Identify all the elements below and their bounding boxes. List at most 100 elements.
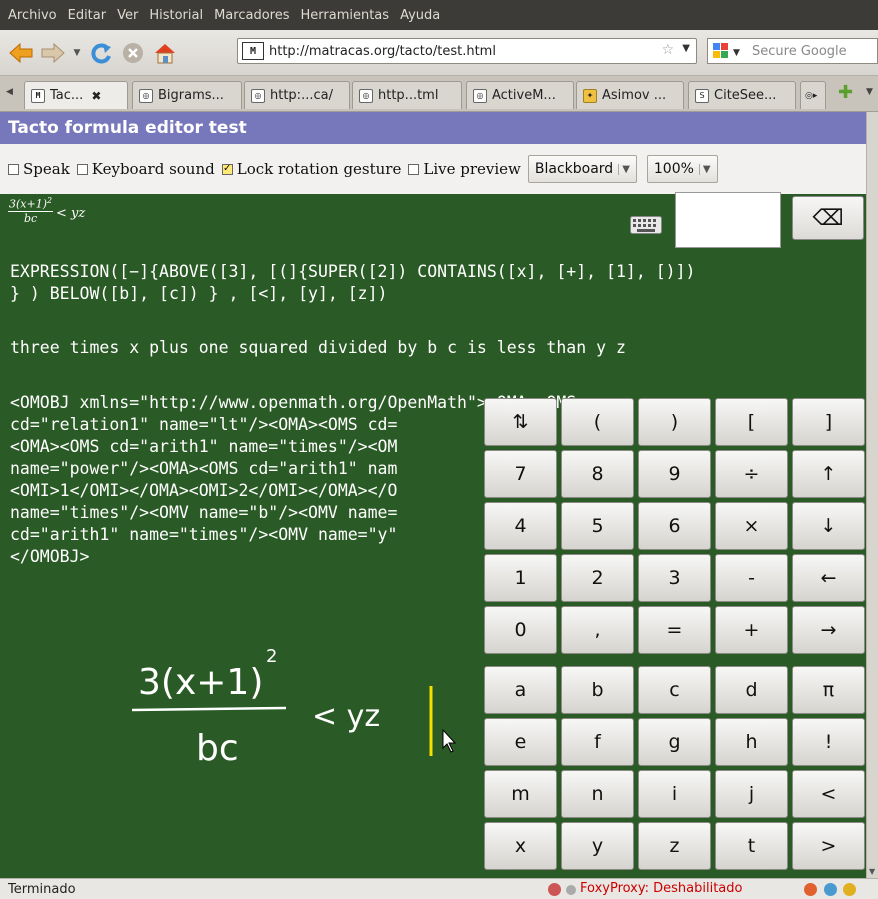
key-divide[interactable]: ÷ <box>715 450 788 498</box>
back-button[interactable] <box>6 38 36 68</box>
menu-historial[interactable]: Historial <box>149 8 203 23</box>
tab-activem[interactable]: ◎ ActiveM... <box>466 81 574 109</box>
tab-list-dropdown-icon[interactable]: ▼ <box>866 87 873 97</box>
handwritten-numerator: 3(x+1) <box>138 662 263 703</box>
key-equals[interactable]: = <box>638 606 711 654</box>
key-t[interactable]: t <box>715 822 788 870</box>
key-8[interactable]: 8 <box>561 450 634 498</box>
speak-checkbox[interactable] <box>8 163 19 175</box>
menu-herramientas[interactable]: Herramientas <box>301 8 390 23</box>
search-engine-icon[interactable]: ▼ <box>712 41 748 61</box>
key-arrow-left[interactable]: ← <box>792 554 865 602</box>
key-b[interactable]: b <box>561 666 634 714</box>
zoom-select[interactable]: 100% ▼ <box>646 155 718 183</box>
handwriting-canvas[interactable]: 3(x+1) 2 bc < yz <box>110 640 470 780</box>
keyboard-icon[interactable] <box>630 216 662 234</box>
key-factorial[interactable]: ! <box>792 718 865 766</box>
key-z[interactable]: z <box>638 822 711 870</box>
addon-status-icon[interactable] <box>548 883 561 896</box>
live-preview-checkbox[interactable] <box>408 163 420 175</box>
addon-status-icon[interactable] <box>566 885 576 895</box>
reload-button[interactable] <box>86 38 116 68</box>
tab-tacto[interactable]: M Tac... ✖ <box>24 81 128 109</box>
tab-http-tml[interactable]: ◎ http...tml <box>352 81 462 109</box>
tab-bigrams[interactable]: ◎ Bigrams... <box>132 81 242 109</box>
tab-citeseer[interactable]: S CiteSee... <box>688 81 796 109</box>
site-favicon: M <box>242 42 264 60</box>
backspace-button[interactable]: ⌫ <box>792 196 864 240</box>
addon-status-icon[interactable] <box>804 883 817 896</box>
stop-button[interactable] <box>118 38 148 68</box>
addon-status-icon[interactable] <box>843 883 856 896</box>
lock-rotation-option[interactable]: ✓ Lock rotation gesture <box>221 160 401 178</box>
key-a[interactable]: a <box>484 666 557 714</box>
key-1[interactable]: 1 <box>484 554 557 602</box>
search-bar[interactable]: ▼ Secure Google <box>707 38 878 64</box>
key-multiply[interactable]: × <box>715 502 788 550</box>
key-7[interactable]: 7 <box>484 450 557 498</box>
tab-http-ca[interactable]: ◎ http:...ca/ <box>244 81 350 109</box>
key-0[interactable]: 0 <box>484 606 557 654</box>
forward-button[interactable] <box>38 38 68 68</box>
home-button[interactable] <box>150 38 180 68</box>
key-comma[interactable]: , <box>561 606 634 654</box>
bookmark-star-icon[interactable]: ☆ <box>661 42 674 58</box>
url-dropdown-icon[interactable]: ▼ <box>682 43 690 54</box>
lock-rotation-checkbox[interactable]: ✓ <box>221 163 233 175</box>
key-i[interactable]: i <box>638 770 711 818</box>
key-plus[interactable]: + <box>715 606 788 654</box>
key-close-bracket[interactable]: ] <box>792 398 865 446</box>
menu-ver[interactable]: Ver <box>117 8 138 23</box>
key-arrow-down[interactable]: ↓ <box>792 502 865 550</box>
foxyproxy-status[interactable]: FoxyProxy: Deshabilitado <box>580 881 742 896</box>
key-arrow-up[interactable]: ↑ <box>792 450 865 498</box>
key-j[interactable]: j <box>715 770 788 818</box>
key-4[interactable]: 4 <box>484 502 557 550</box>
key-f[interactable]: f <box>561 718 634 766</box>
addon-status-icon[interactable] <box>824 883 837 896</box>
key-swap[interactable]: ⇅ <box>484 398 557 446</box>
key-e[interactable]: e <box>484 718 557 766</box>
url-bar[interactable]: M http://matracas.org/tacto/test.html ☆ … <box>237 38 697 64</box>
scroll-down-icon[interactable]: ▼ <box>869 867 875 876</box>
key-c[interactable]: c <box>638 666 711 714</box>
key-arrow-right[interactable]: → <box>792 606 865 654</box>
menu-archivo[interactable]: Archivo <box>8 8 57 23</box>
menu-editar[interactable]: Editar <box>68 8 107 23</box>
vertical-scrollbar[interactable]: ▼ <box>866 112 878 878</box>
key-6[interactable]: 6 <box>638 502 711 550</box>
menu-ayuda[interactable]: Ayuda <box>400 8 440 23</box>
key-d[interactable]: d <box>715 666 788 714</box>
live-preview-option[interactable]: Live preview <box>408 160 521 178</box>
menu-marcadores[interactable]: Marcadores <box>214 8 289 23</box>
keyboard-sound-option[interactable]: Keyboard sound <box>76 160 215 178</box>
key-x[interactable]: x <box>484 822 557 870</box>
key-minus[interactable]: - <box>715 554 788 602</box>
key-3[interactable]: 3 <box>638 554 711 602</box>
key-5[interactable]: 5 <box>561 502 634 550</box>
theme-select[interactable]: Blackboard ▼ <box>527 155 637 183</box>
key-pi[interactable]: π <box>792 666 865 714</box>
keyboard-sound-checkbox[interactable] <box>76 163 88 175</box>
back-arrow-icon <box>9 42 33 63</box>
tab-overflow[interactable]: ◎▸ <box>800 81 826 109</box>
key-n[interactable]: n <box>561 770 634 818</box>
key-close-paren[interactable]: ) <box>638 398 711 446</box>
tab-scroll-left-icon[interactable]: ◀ <box>6 87 13 97</box>
key-open-bracket[interactable]: [ <box>715 398 788 446</box>
tab-close-icon[interactable]: ✖ <box>91 89 101 103</box>
key-h[interactable]: h <box>715 718 788 766</box>
math-keypad: ⇅ ( ) [ ] 7 8 9 ÷ ↑ 4 5 6 × ↓ 1 2 3 - ← … <box>484 398 866 878</box>
key-g[interactable]: g <box>638 718 711 766</box>
key-less-than[interactable]: < <box>792 770 865 818</box>
tab-asimov[interactable]: ✦ Asimov ... <box>576 81 684 109</box>
key-2[interactable]: 2 <box>561 554 634 602</box>
key-y[interactable]: y <box>561 822 634 870</box>
new-tab-plus-icon[interactable]: ✚ <box>838 82 853 103</box>
key-open-paren[interactable]: ( <box>561 398 634 446</box>
key-m[interactable]: m <box>484 770 557 818</box>
key-greater-than[interactable]: > <box>792 822 865 870</box>
history-dropdown[interactable]: ▼ <box>70 38 84 68</box>
key-9[interactable]: 9 <box>638 450 711 498</box>
speak-option[interactable]: Speak <box>8 160 70 178</box>
